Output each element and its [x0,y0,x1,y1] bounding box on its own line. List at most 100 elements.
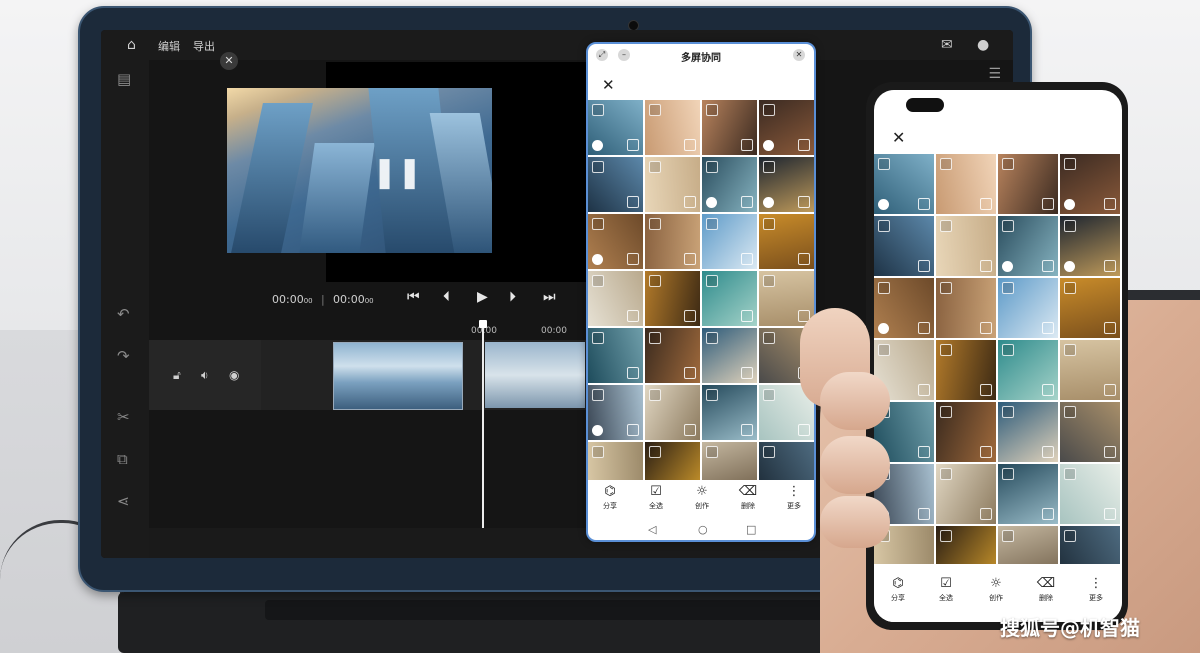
photo-thumbnail[interactable] [645,157,700,212]
photo-thumbnail[interactable] [998,526,1058,564]
mail-icon[interactable]: ✉ [941,37,953,53]
close-window-icon[interactable]: ✕ [793,49,805,61]
select-checkbox[interactable] [1104,260,1116,272]
playhead[interactable] [482,324,484,558]
expand-icon[interactable] [649,161,661,173]
expand-icon[interactable] [940,406,952,418]
photo-thumbnail[interactable] [936,278,996,338]
expand-icon[interactable] [940,158,952,170]
step-forward-icon[interactable]: ⏵ [509,289,516,305]
expand-icon[interactable] [706,389,718,401]
expand-icon[interactable] [1002,530,1014,542]
recent-apps-icon[interactable]: □ [746,523,756,536]
expand-icon[interactable] [940,220,952,232]
menu-export[interactable]: 导出 [193,38,215,54]
photo-thumbnail[interactable] [645,100,700,155]
expand-icon[interactable] [592,275,604,287]
photo-thumbnail[interactable] [1060,216,1120,276]
select-checkbox[interactable] [684,367,696,379]
expand-icon[interactable] [1064,344,1076,356]
select-checkbox[interactable] [918,322,930,334]
playhead-handle[interactable] [479,320,487,328]
expand-icon[interactable] [763,446,775,458]
select-checkbox[interactable] [1104,384,1116,396]
delete-button[interactable]: ⌫ 删除 [728,484,768,511]
select-checkbox[interactable] [918,198,930,210]
more-button[interactable]: ⋮ 更多 [774,484,814,511]
photo-thumbnail[interactable] [998,402,1058,462]
expand-icon[interactable] [940,282,952,294]
expand-icon[interactable] [706,275,718,287]
photo-thumbnail[interactable] [702,157,757,212]
expand-icon[interactable] [940,344,952,356]
undo-icon[interactable]: ↶ [117,305,130,323]
expand-icon[interactable] [592,161,604,173]
photo-thumbnail[interactable] [998,216,1058,276]
expand-icon[interactable] [649,218,661,230]
expand-icon[interactable] [1002,220,1014,232]
photo-thumbnail[interactable] [874,216,934,276]
photo-thumbnail[interactable] [588,100,643,155]
photo-thumbnail[interactable] [1060,278,1120,338]
skip-start-icon[interactable]: ⏮ [407,289,420,305]
expand-icon[interactable] [592,446,604,458]
expand-icon[interactable] [763,389,775,401]
redo-icon[interactable]: ↷ [117,347,130,365]
photo-thumbnail[interactable] [759,100,814,155]
create-button[interactable]: ☼ 创作 [682,484,722,511]
photo-thumbnail[interactable] [588,442,643,480]
expand-icon[interactable] [706,218,718,230]
select-checkbox[interactable] [980,260,992,272]
close-icon[interactable]: ✕ [892,128,905,147]
photo-thumbnail[interactable] [702,328,757,383]
select-checkbox[interactable] [684,253,696,265]
menu-edit[interactable]: 编辑 [158,38,180,54]
select-checkbox[interactable] [684,196,696,208]
photo-thumbnail[interactable] [645,442,700,480]
photo-thumbnail[interactable] [1060,464,1120,524]
select-checkbox[interactable] [798,196,810,208]
delete-button[interactable]: ⌫ 删除 [1026,576,1066,603]
expand-icon[interactable] [878,158,890,170]
select-checkbox[interactable] [684,424,696,436]
photo-thumbnail[interactable] [588,385,643,440]
photo-thumbnail[interactable] [702,442,757,480]
photo-thumbnail[interactable] [998,278,1058,338]
select-checkbox[interactable] [1042,508,1054,520]
expand-icon[interactable] [940,468,952,480]
photo-thumbnail[interactable] [702,214,757,269]
share-button[interactable]: ⌬ 分享 [590,484,630,511]
photo-thumbnail[interactable] [874,278,934,338]
select-checkbox[interactable] [1042,446,1054,458]
select-checkbox[interactable] [918,260,930,272]
pause-icon[interactable]: ❚❚ [372,155,422,190]
select-checkbox[interactable] [1042,198,1054,210]
select-checkbox[interactable] [684,139,696,151]
share-button[interactable]: ⌬ 分享 [878,576,918,603]
volume-icon[interactable]: 🔉︎ [201,368,209,383]
photo-thumbnail[interactable] [588,271,643,326]
expand-icon[interactable] [763,104,775,116]
scissors-icon[interactable]: ✂ [117,408,130,426]
select-checkbox[interactable] [741,310,753,322]
photo-thumbnail[interactable] [759,214,814,269]
expand-icon[interactable] [1064,406,1076,418]
close-icon[interactable]: ✕ [602,76,615,94]
photo-thumbnail[interactable] [936,340,996,400]
expand-icon[interactable] [1002,406,1014,418]
select-checkbox[interactable] [798,253,810,265]
lock-icon[interactable]: 🔓︎ [173,368,181,383]
photo-thumbnail[interactable] [936,216,996,276]
select-checkbox[interactable] [1104,198,1116,210]
expand-icon[interactable] [1064,530,1076,542]
create-button[interactable]: ☼ 创作 [976,576,1016,603]
select-checkbox[interactable] [627,139,639,151]
select-checkbox[interactable] [627,196,639,208]
photo-thumbnail[interactable] [1060,526,1120,564]
expand-icon[interactable] [706,332,718,344]
select-checkbox[interactable] [980,508,992,520]
expand-icon[interactable] [878,344,890,356]
select-checkbox[interactable] [741,253,753,265]
select-checkbox[interactable] [1104,446,1116,458]
photo-thumbnail[interactable] [998,464,1058,524]
